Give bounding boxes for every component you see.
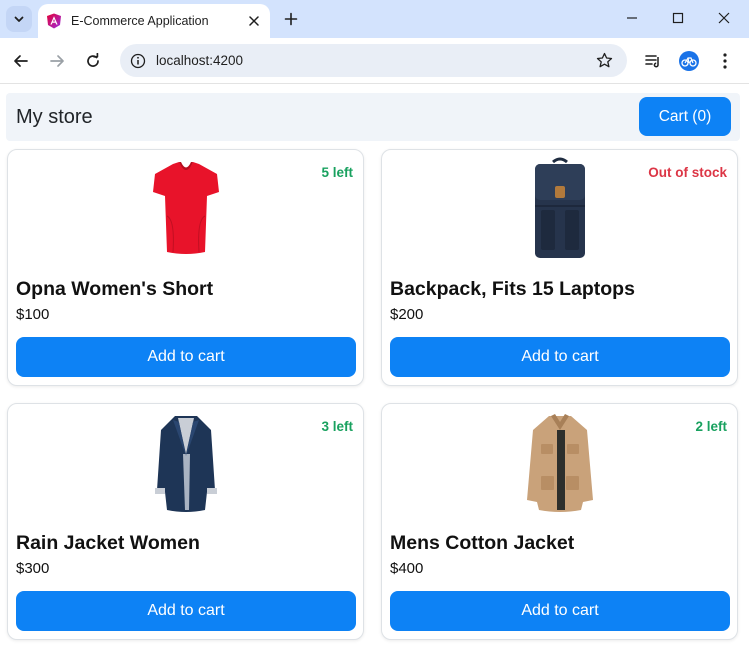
close-icon: [718, 12, 730, 24]
navy-backpack-icon: [535, 157, 585, 258]
product-card: 2 left Mens Cotton Jacket $400 Add to ca…: [381, 403, 738, 640]
profile-icon: [681, 57, 697, 67]
angular-icon: [46, 13, 62, 29]
product-card: Out of stock Backpack, Fits 15 Laptops $…: [381, 149, 738, 386]
product-name: Backpack, Fits 15 Laptops: [390, 278, 635, 300]
reload-icon: [87, 53, 99, 67]
profile-avatar[interactable]: [679, 51, 699, 71]
site-info-icon[interactable]: [129, 52, 147, 70]
product-card: 3 left Rain Jacket Women $300 Add to car…: [7, 403, 364, 640]
chevron-down-icon: [14, 16, 24, 22]
stock-badge: 3 left: [321, 419, 353, 434]
bookmark-star-icon[interactable]: [595, 51, 613, 69]
address-bar[interactable]: localhost:4200: [120, 44, 627, 77]
tab-title: E-Commerce Application: [71, 14, 209, 28]
new-tab-button[interactable]: [280, 8, 302, 30]
reading-list-icon[interactable]: [642, 50, 664, 72]
minimize-icon: [627, 17, 637, 19]
arrow-right-icon: [50, 55, 64, 67]
page-content: My store Cart (0) 5 left Opna Women's Sh…: [0, 85, 749, 655]
product-name: Opna Women's Short: [16, 278, 214, 300]
plus-icon: [284, 12, 298, 26]
stock-badge: Out of stock: [648, 165, 727, 180]
stock-badge: 5 left: [321, 165, 353, 180]
tab-search-button[interactable]: [6, 6, 32, 32]
url-text[interactable]: localhost:4200: [156, 53, 243, 68]
store-title: My store: [16, 106, 93, 128]
menu-dots-icon[interactable]: [714, 50, 736, 72]
product-name: Mens Cotton Jacket: [390, 532, 575, 554]
minimize-button[interactable]: [618, 6, 646, 30]
maximize-icon: [672, 12, 684, 24]
product-price: $400: [390, 560, 424, 577]
product-price: $100: [16, 306, 50, 323]
add-to-cart-button[interactable]: Add to cart: [390, 337, 730, 377]
product-card: 5 left Opna Women's Short $100 Add to ca…: [7, 149, 364, 386]
browser-toolbar: localhost:4200: [0, 38, 749, 84]
red-tshirt-icon: [153, 162, 219, 254]
stock-badge: 2 left: [695, 419, 727, 434]
product-name: Rain Jacket Women: [16, 532, 200, 554]
navy-coat-icon: [155, 416, 217, 512]
cart-button[interactable]: Cart (0): [639, 97, 731, 136]
browser-tab[interactable]: E-Commerce Application: [38, 4, 270, 38]
tan-jacket-icon: [527, 414, 593, 512]
arrow-left-icon: [14, 55, 28, 67]
tab-strip: E-Commerce Application: [0, 0, 749, 38]
add-to-cart-button[interactable]: Add to cart: [390, 591, 730, 631]
product-price: $200: [390, 306, 424, 323]
store-header: My store Cart (0): [6, 93, 740, 141]
back-button[interactable]: [9, 49, 33, 73]
add-to-cart-button[interactable]: Add to cart: [16, 337, 356, 377]
add-to-cart-button[interactable]: Add to cart: [16, 591, 356, 631]
close-window-button[interactable]: [710, 6, 738, 30]
maximize-button[interactable]: [664, 6, 692, 30]
close-tab-icon[interactable]: [246, 13, 262, 29]
product-price: $300: [16, 560, 50, 577]
forward-button[interactable]: [45, 49, 69, 73]
reload-button[interactable]: [81, 49, 105, 73]
